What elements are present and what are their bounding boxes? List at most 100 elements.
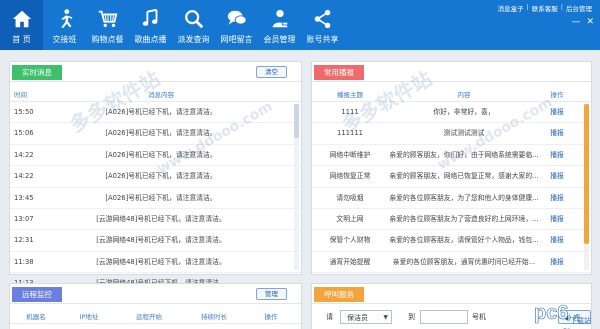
table-row[interactable]: 13:07 [云游网络48]号机已经下机，请注意清洁。 (10, 209, 301, 231)
close-icon[interactable]: ✕ (586, 17, 594, 27)
table-row[interactable]: 11:38 [云游网络48]号机已经下机，请注意清洁。 (10, 252, 301, 274)
table-row[interactable]: 12:31 [云游网络48]号机已经下机，请注意清洁。 (10, 230, 301, 252)
realtime-messages-panel: 实时消息 清空 时间 消息内容 15:50 [A026]号机已经下机，请注意清洁。… (9, 61, 302, 295)
broadcast-theme: 网络恢复正常 (329, 172, 371, 181)
message-content: [A026]号机已经下机，请注意清洁。 (105, 172, 217, 181)
nav-message[interactable]: 网吧留言 (215, 0, 258, 50)
message-time: 15:06 (14, 129, 34, 138)
broadcast-title: 常用播报 (314, 65, 364, 80)
broadcast-content: 亲爱的各位顾客朋友，为了您和他人的身体健康... (389, 193, 539, 202)
remote-monitor-table: 机器名 IP地址 远程开始 持续时长 操作 (10, 310, 301, 324)
top-bar: 首 页 交接班 购物点餐 歌曲点播 派发查询 网吧留言 会员管理 账号共享 消息… (0, 0, 600, 50)
chat-icon (227, 10, 247, 25)
home-icon (12, 10, 31, 28)
message-time: 14:22 (14, 150, 34, 159)
broadcast-theme: 111111 (337, 129, 363, 138)
share-icon (314, 9, 330, 29)
call-please-label: 请 (326, 313, 333, 321)
nav-shift[interactable]: 交接班 (43, 0, 86, 50)
remote-monitor-header: 机器名 IP地址 远程开始 持续时长 操作 (10, 310, 301, 324)
window-controls: — ✕ (571, 17, 600, 27)
remote-monitor-title: 远程监控 (12, 287, 62, 302)
broadcast-theme: 通宵开始提醒 (329, 257, 371, 266)
broadcast-theme: 1111 (341, 108, 359, 116)
broadcast-theme: 保管个人财物 (329, 236, 371, 245)
nav-music[interactable]: 歌曲点播 (129, 0, 172, 50)
table-row: 通宵开始提醒 亲爱的各位顾客朋友，通宵优惠时间已经开始... 播报 (312, 252, 591, 274)
admin-link[interactable]: 后台管理 (566, 3, 592, 13)
realtime-scrollbar[interactable] (294, 104, 299, 270)
clear-button[interactable]: 清空 (256, 66, 287, 78)
broadcast-button[interactable]: 播报 (540, 166, 574, 186)
table-row[interactable]: 15:06 [A026]号机已经下机，请注意清洁。 (10, 123, 301, 145)
realtime-scroll-thumb[interactable] (294, 104, 299, 138)
message-content: [A026]号机已经下机，请注意清洁。 (105, 108, 217, 116)
search-icon (184, 10, 203, 29)
table-row: 请勿吸烟 亲爱的各位顾客朋友，为了您和他人的身体健康... 播报 (312, 188, 591, 209)
table-row: 文明上网 亲爱的各位顾客朋友为了营造良好的上网环境，... 播报 (312, 209, 591, 231)
broadcast-content: 亲爱的顾客朋友，你们好，由于网络系统需要临... (389, 150, 539, 159)
broadcast-content: 亲爱的顾客朋友，网络已恢复正常，感谢大家的... (389, 172, 539, 181)
manage-button[interactable]: 管理 (256, 288, 287, 300)
message-content: [A026]号机已经下机，请注意清洁。 (105, 193, 217, 202)
broadcast-content: 亲爱的各位顾客朋友，通宵优惠时间已经开始... (392, 257, 536, 266)
broadcast-button[interactable]: 播报 (540, 209, 574, 229)
nav-member[interactable]: 会员管理 (258, 0, 301, 50)
message-time: 15:50 (14, 108, 34, 116)
broadcast-button[interactable]: 播报 (540, 145, 574, 165)
broadcast-button[interactable]: 播报 (540, 230, 574, 250)
table-row[interactable]: 13:45 [A026]号机已经下机，请注意清洁。 (10, 188, 301, 209)
minimize-icon[interactable]: — (571, 17, 580, 27)
broadcast-button[interactable]: 播报 (540, 252, 574, 272)
table-row: 111111 测试测试测试 播报 (312, 123, 591, 145)
broadcast-button[interactable]: 播报 (540, 102, 574, 122)
message-time: 14:22 (14, 172, 34, 181)
broadcast-content: 亲爱的各位顾客朋友为了营造良好的上网环境，... (389, 214, 539, 223)
top-links: 消息盒子 | 联系客服 | 后台管理 (497, 3, 592, 13)
message-content: [A026]号机已经下机，请注意清洁。 (105, 129, 217, 138)
cart-icon (98, 10, 117, 28)
broadcast-theme: 网络中断维护 (329, 150, 371, 159)
role-select[interactable]: 保洁员 ▼ (340, 310, 392, 324)
call-suffix-label: 号机 (472, 313, 486, 321)
broadcast-scroll-thumb[interactable] (584, 104, 589, 244)
broadcast-button[interactable]: 播报 (540, 188, 574, 208)
message-content: [云游网络48]号机已经下机，请注意清洁。 (96, 236, 226, 245)
message-time: 11:38 (14, 257, 34, 266)
nav-query[interactable]: 派发查询 (172, 0, 215, 50)
realtime-table: 时间 消息内容 15:50 [A026]号机已经下机，请注意清洁。 15:06 [A0… (10, 88, 301, 295)
message-time: 12:31 (14, 236, 34, 245)
music-icon (142, 8, 157, 26)
pc6-logo: pc6 下载站 (534, 299, 594, 325)
broadcast-theme: 文明上网 (336, 214, 364, 223)
broadcast-table-header: 播报主题 内容 操作 (312, 88, 591, 102)
broadcast-panel: 常用播报 播报主题 内容 操作 1111 你好，非常好，喜， 播报 111111 测试测… (311, 61, 592, 275)
broadcast-content: 测试测试测试 (443, 129, 485, 138)
pc6-logo-text: pc6 (534, 302, 568, 324)
realtime-title: 实时消息 (12, 65, 62, 80)
run-icon (60, 9, 72, 29)
table-row[interactable]: 15:50 [A026]号机已经下机，请注意清洁。 (10, 102, 301, 124)
broadcast-table: 播报主题 内容 操作 1111 你好，非常好，喜， 播报 111111 测试测试测试 播报… (312, 88, 591, 274)
nav-share[interactable]: 账号共享 (301, 0, 344, 50)
contact-support-link[interactable]: 联系客服 (532, 3, 558, 13)
table-row: 网络恢复正常 亲爱的顾客朋友，网络已恢复正常，感谢大家的... 播报 (312, 166, 591, 188)
nav-shop[interactable]: 购物点餐 (86, 0, 129, 50)
broadcast-scrollbar[interactable] (584, 104, 589, 270)
table-row[interactable]: 14:22 [A026]号机已经下机，请注意清洁。 (10, 166, 301, 188)
message-content: [云游网络48]号机已经下机，请注意清洁。 (96, 214, 226, 223)
broadcast-content: 亲爱的各位顾客朋友，请保管好个人物品，钱包... (389, 236, 539, 245)
broadcast-content: 你好，非常好，喜， (433, 108, 495, 116)
message-time: 13:45 (14, 193, 34, 202)
table-row[interactable]: 14:22 [A026]号机已经下机，请注意清洁。 (10, 145, 301, 167)
broadcast-theme: 请勿吸烟 (336, 193, 364, 202)
broadcast-button[interactable]: 播报 (540, 123, 574, 143)
realtime-table-header: 时间 消息内容 (10, 88, 301, 102)
call-service-title: 呼叫服务 (314, 287, 364, 302)
news-box-link[interactable]: 消息盒子 (498, 3, 524, 13)
nav-home[interactable]: 首 页 (0, 0, 43, 50)
table-row: 保管个人财物 亲爱的各位顾客朋友，请保管好个人物品，钱包... 播报 (312, 230, 591, 252)
main-nav: 首 页 交接班 购物点餐 歌曲点播 派发查询 网吧留言 会员管理 账号共享 (0, 0, 344, 50)
machine-number-input[interactable] (420, 310, 468, 324)
message-content: [云游网络48]号机已经下机，请注意清洁。 (96, 257, 226, 266)
